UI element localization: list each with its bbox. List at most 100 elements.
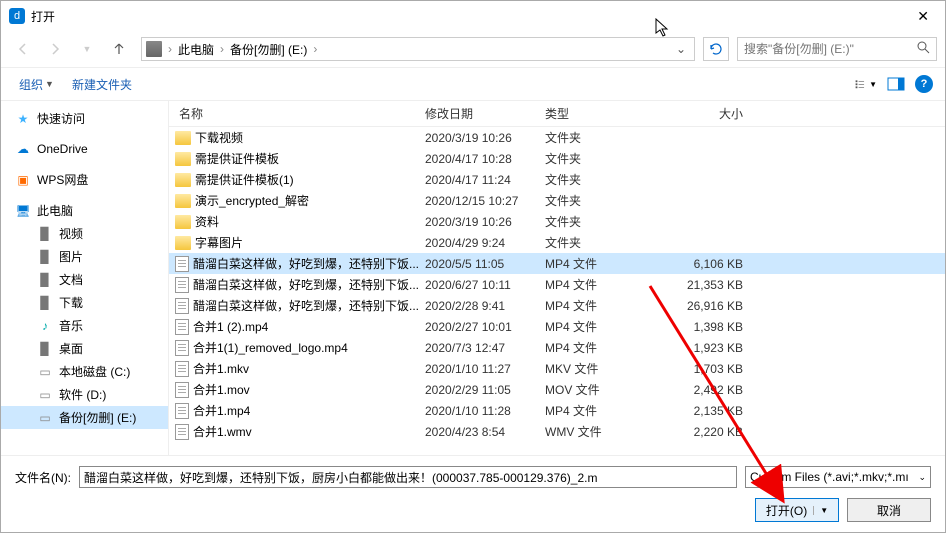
- sidebar-item[interactable]: ▉图片: [1, 245, 168, 268]
- organize-button[interactable]: 组织▼: [13, 72, 60, 97]
- preview-pane-button[interactable]: [885, 75, 907, 93]
- sidebar-item[interactable]: 🖥此电脑: [1, 199, 168, 222]
- file-name: 合并1(1)_removed_logo.mp4: [193, 339, 348, 356]
- sidebar-item-label: 音乐: [59, 317, 83, 334]
- sidebar-item[interactable]: ▭软件 (D:): [1, 383, 168, 406]
- sidebar-item[interactable]: ☁OneDrive: [1, 138, 168, 160]
- sidebar-item[interactable]: ★ 快速访问: [1, 107, 168, 130]
- sidebar-item[interactable]: ▭本地磁盘 (C:): [1, 360, 168, 383]
- search-icon[interactable]: [917, 41, 930, 57]
- file-row[interactable]: 醋溜白菜这样做，好吃到爆，还特别下饭...2020/5/5 11:05MP4 文…: [169, 253, 945, 274]
- back-button[interactable]: [9, 35, 37, 63]
- file-row[interactable]: 合并1.mp42020/1/10 11:28MP4 文件2,135 KB: [169, 400, 945, 421]
- file-icon: [175, 403, 189, 419]
- breadcrumb-dropdown[interactable]: ⌄: [672, 42, 690, 56]
- sidebar-item[interactable]: ▉ 桌面: [1, 337, 168, 360]
- sidebar-item[interactable]: ▭备份[勿删] (E:): [1, 406, 168, 429]
- file-size: 2,492 KB: [655, 383, 765, 397]
- arrow-right-icon: [47, 41, 63, 57]
- file-list[interactable]: 下载视频2020/3/19 10:26文件夹需提供证件模板2020/4/17 1…: [169, 127, 945, 455]
- sidebar-item[interactable]: ▣WPS网盘: [1, 168, 168, 191]
- sidebar-item-label: 快速访问: [37, 110, 85, 127]
- cancel-button[interactable]: 取消: [847, 498, 931, 522]
- file-type: 文件夹: [545, 150, 655, 167]
- pc-icon: 🖥: [15, 203, 31, 219]
- sidebar: ★快速访问☁OneDrive▣WPS网盘🖥此电脑▉视频▉图片▉文档▉下载♪音乐▉…: [1, 101, 169, 455]
- navigation-bar: ▼ › 此电脑 › 备份[勿删] (E:) › ⌄: [1, 31, 945, 67]
- file-date: 2020/6/27 10:11: [425, 278, 545, 292]
- file-date: 2020/2/27 10:01: [425, 320, 545, 334]
- column-type[interactable]: 类型: [545, 105, 655, 122]
- column-size[interactable]: 大小: [655, 105, 765, 122]
- refresh-icon: [709, 42, 723, 56]
- breadcrumb-drive[interactable]: 备份[勿删] (E:): [228, 41, 309, 58]
- file-row[interactable]: 资料2020/3/19 10:26文件夹: [169, 211, 945, 232]
- sidebar-item-label: 下载: [59, 294, 83, 311]
- file-row[interactable]: 合并1.wmv2020/4/23 8:54WMV 文件2,220 KB: [169, 421, 945, 442]
- file-date: 2020/2/29 11:05: [425, 383, 545, 397]
- file-name: 字幕图片: [195, 234, 243, 251]
- file-row[interactable]: 醋溜白菜这样做，好吃到爆，还特别下饭...2020/2/28 9:41MP4 文…: [169, 295, 945, 316]
- view-mode-button[interactable]: ▼: [855, 75, 877, 93]
- file-icon: [175, 277, 189, 293]
- file-name: 醋溜白菜这样做，好吃到爆，还特别下饭...: [193, 297, 419, 314]
- help-button[interactable]: ?: [915, 75, 933, 93]
- file-row[interactable]: 需提供证件模板(1)2020/4/17 11:24文件夹: [169, 169, 945, 190]
- file-type: MKV 文件: [545, 360, 655, 377]
- sidebar-item-label: 文档: [59, 271, 83, 288]
- file-date: 2020/3/19 10:26: [425, 131, 545, 145]
- file-type: 文件夹: [545, 171, 655, 188]
- app-logo: d: [9, 8, 25, 24]
- file-row[interactable]: 演示_encrypted_解密2020/12/15 10:27文件夹: [169, 190, 945, 211]
- arrow-up-icon: [111, 41, 127, 57]
- file-row[interactable]: 下载视频2020/3/19 10:26文件夹: [169, 127, 945, 148]
- file-type: MP4 文件: [545, 318, 655, 335]
- file-row[interactable]: 字幕图片2020/4/29 9:24文件夹: [169, 232, 945, 253]
- column-date[interactable]: 修改日期: [425, 105, 545, 122]
- open-button[interactable]: 打开(O)▼: [755, 498, 839, 522]
- star-icon: ★: [15, 111, 31, 127]
- file-row[interactable]: 醋溜白菜这样做，好吃到爆，还特别下饭...2020/6/27 10:11MP4 …: [169, 274, 945, 295]
- refresh-button[interactable]: [703, 37, 729, 61]
- file-type: MP4 文件: [545, 402, 655, 419]
- up-button[interactable]: [105, 35, 133, 63]
- column-name[interactable]: 名称: [175, 105, 425, 122]
- close-button[interactable]: ✕: [909, 8, 937, 25]
- search-box[interactable]: [737, 37, 937, 61]
- file-size: 26,916 KB: [655, 299, 765, 313]
- file-date: 2020/3/19 10:26: [425, 215, 545, 229]
- cloud-icon: ☁: [15, 141, 31, 157]
- folder-icon: ▉: [37, 341, 53, 357]
- file-row[interactable]: 合并1.mov2020/2/29 11:05MOV 文件2,492 KB: [169, 379, 945, 400]
- file-size: 1,703 KB: [655, 362, 765, 376]
- file-filter-combo[interactable]: Custom Files (*.avi;*.mkv;*.mı ⌄: [745, 466, 931, 488]
- file-type: 文件夹: [545, 129, 655, 146]
- breadcrumb[interactable]: › 此电脑 › 备份[勿删] (E:) › ⌄: [141, 37, 695, 61]
- filename-input[interactable]: [79, 466, 737, 488]
- recent-dropdown[interactable]: ▼: [73, 35, 101, 63]
- chevron-right-icon: ›: [166, 42, 174, 56]
- folder-icon: ▉: [37, 226, 53, 242]
- sidebar-item[interactable]: ♪音乐: [1, 314, 168, 337]
- file-row[interactable]: 合并1(1)_removed_logo.mp42020/7/3 12:47MP4…: [169, 337, 945, 358]
- forward-button[interactable]: [41, 35, 69, 63]
- sidebar-item[interactable]: ▉文档: [1, 268, 168, 291]
- file-type: MP4 文件: [545, 255, 655, 272]
- file-row[interactable]: 合并1.mkv2020/1/10 11:27MKV 文件1,703 KB: [169, 358, 945, 379]
- search-input[interactable]: [744, 42, 917, 56]
- folder-icon: [175, 173, 191, 187]
- file-name: 合并1.wmv: [193, 423, 252, 440]
- file-row[interactable]: 合并1 (2).mp42020/2/27 10:01MP4 文件1,398 KB: [169, 316, 945, 337]
- file-row[interactable]: 需提供证件模板2020/4/17 10:28文件夹: [169, 148, 945, 169]
- file-icon: [175, 424, 189, 440]
- file-size: 6,106 KB: [655, 257, 765, 271]
- file-date: 2020/4/29 9:24: [425, 236, 545, 250]
- toolbar: 组织▼ 新建文件夹 ▼ ?: [1, 67, 945, 101]
- sidebar-item-label: 桌面: [59, 340, 83, 357]
- file-icon: [175, 319, 189, 335]
- sidebar-item[interactable]: ▉下载: [1, 291, 168, 314]
- breadcrumb-pc[interactable]: 此电脑: [176, 41, 216, 58]
- sidebar-item[interactable]: ▉视频: [1, 222, 168, 245]
- file-filter-text: Custom Files (*.avi;*.mkv;*.mı: [750, 470, 909, 484]
- new-folder-button[interactable]: 新建文件夹: [66, 72, 138, 97]
